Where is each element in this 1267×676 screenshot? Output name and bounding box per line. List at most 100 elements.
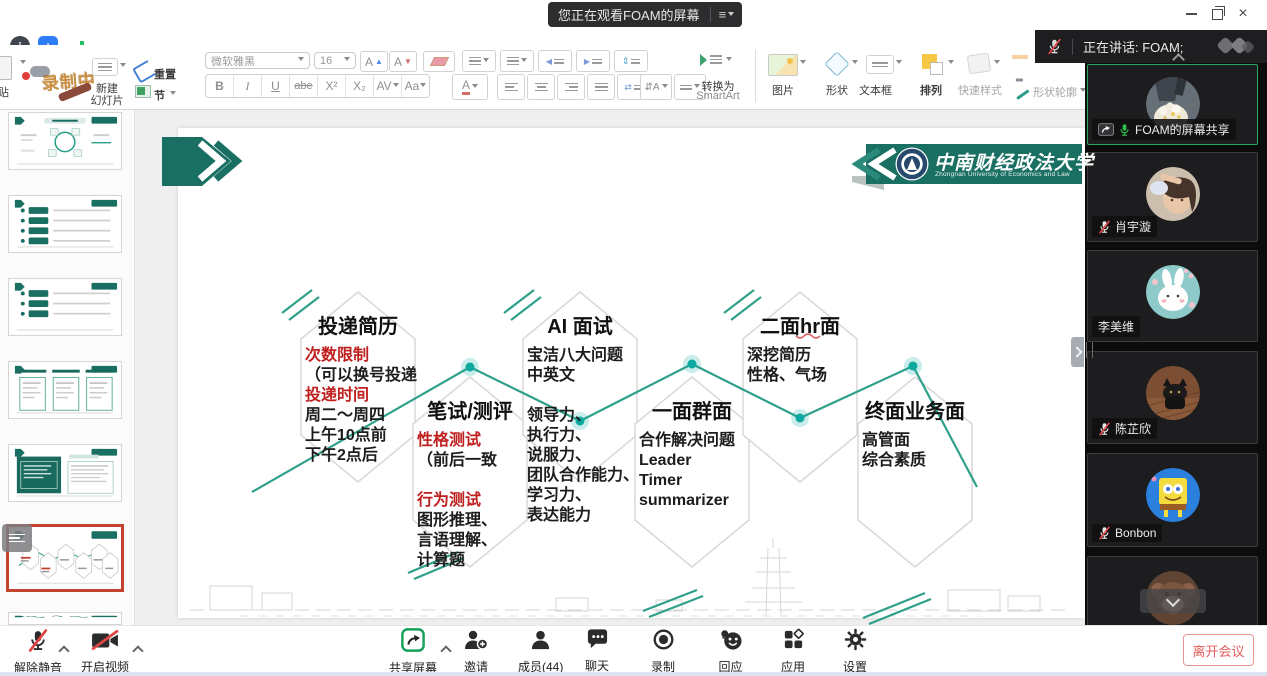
scroll-more-participants-button[interactable] <box>1140 589 1206 613</box>
invite-button[interactable]: 邀请 <box>463 628 489 675</box>
unmute-button[interactable]: 解除静音 <box>14 629 62 676</box>
hexagon-line: （前后一致 <box>417 451 497 471</box>
share-options-caret[interactable] <box>442 642 450 660</box>
hexagon-line: 合作解决问题 <box>639 431 735 451</box>
participant-name: Bonbon <box>1115 526 1156 540</box>
new-slide-icon[interactable] <box>92 58 118 76</box>
section-button[interactable]: 节 <box>154 87 165 103</box>
apps-icon <box>782 628 805 656</box>
slide-thumbnail-4[interactable] <box>8 361 122 419</box>
leave-meeting-button[interactable]: 离开会议 <box>1183 634 1254 666</box>
font-name-select[interactable]: 微软雅黑 <box>205 52 310 69</box>
smartart-caret[interactable] <box>726 57 732 64</box>
arrange-caret[interactable] <box>948 60 954 67</box>
reactions-button[interactable]: 回应 <box>718 628 743 675</box>
slide-thumbnail-7[interactable] <box>8 612 122 625</box>
clear-format-button[interactable] <box>423 51 455 72</box>
format-button-3[interactable]: abe <box>290 75 318 97</box>
grow-font-button[interactable]: A▲ <box>360 51 388 72</box>
text-direction-button[interactable]: ⇵A <box>640 74 672 100</box>
font-size-select[interactable]: 16 <box>314 52 356 69</box>
format-button-0[interactable]: B <box>206 75 234 97</box>
participant-tile-陈芷欣[interactable]: 陈芷欣 <box>1087 351 1258 444</box>
members-button[interactable]: 成员(44) <box>518 628 563 675</box>
settings-button[interactable]: 设置 <box>843 628 867 675</box>
picture-button[interactable]: 图片 <box>772 82 794 98</box>
numbered-list-button[interactable] <box>500 50 534 72</box>
scroll-up-icon[interactable] <box>1168 52 1188 64</box>
smartart-label-2[interactable]: SmartArt <box>690 90 746 102</box>
format-button-6[interactable]: AV <box>374 75 402 97</box>
increase-indent-button[interactable]: ▶ <box>576 50 610 72</box>
apps-button[interactable]: 应用 <box>781 628 805 675</box>
hexagon-line: 团队合作能力、 <box>527 466 639 486</box>
justify-button[interactable] <box>587 74 615 100</box>
caret-icon <box>298 57 304 64</box>
screen-share-icon <box>1098 123 1114 136</box>
slide-thumbnail-1[interactable] <box>8 112 122 170</box>
sidebar-resize-handle[interactable] <box>1086 342 1093 358</box>
format-button-7[interactable]: Aa <box>402 75 429 97</box>
line-spacing-button[interactable]: ⇕ <box>614 50 648 72</box>
hexagon-line: 性格测试 <box>417 431 481 451</box>
avatar <box>1146 468 1200 522</box>
watch-banner[interactable]: 您正在观看FOAM的屏幕 ≡ <box>548 2 742 27</box>
decrease-indent-button[interactable]: ◀ <box>538 50 572 72</box>
shrink-font-button[interactable]: A▼ <box>389 51 417 72</box>
hexagon-line: 图形推理、 <box>417 511 497 531</box>
start-video-button[interactable]: 开启视频 <box>81 629 129 675</box>
textbox-caret[interactable] <box>896 60 902 67</box>
invite-icon <box>463 628 489 656</box>
video-options-caret[interactable] <box>134 642 142 660</box>
new-slide-label-2[interactable]: 幻灯片 <box>85 92 129 108</box>
slide-thumbnail-2[interactable] <box>8 195 122 253</box>
shape-outline-button[interactable]: 形状轮廓 <box>1033 84 1077 100</box>
hexagon-line: 学习力、 <box>527 486 591 506</box>
participant-tile-Bonbon[interactable]: Bonbon <box>1087 453 1258 547</box>
align-center-button[interactable] <box>527 74 555 100</box>
align-left-button[interactable] <box>497 74 525 100</box>
restore-button[interactable] <box>1204 3 1230 25</box>
paste-caret[interactable] <box>20 60 26 67</box>
participant-tile-FOAM的屏幕共享[interactable]: FOAM的屏幕共享 <box>1087 64 1258 145</box>
shapes-caret[interactable] <box>852 60 858 67</box>
hexagon-line: summarizer <box>639 491 729 511</box>
font-color-button[interactable]: A <box>452 74 488 100</box>
textbox-button[interactable]: 文本框 <box>859 82 892 98</box>
format-button-5[interactable]: X₂ <box>346 75 374 97</box>
share-screen-button[interactable]: 共享屏幕 <box>389 628 437 676</box>
minimize-button[interactable] <box>1178 3 1204 25</box>
quick-styles-button[interactable]: 快速样式 <box>958 82 1002 98</box>
record-button[interactable]: 录制 <box>651 628 675 675</box>
shapes-button[interactable]: 形状 <box>826 82 848 98</box>
caret-icon <box>344 57 350 64</box>
participant-tile-李美维[interactable]: 李美维 <box>1087 250 1258 342</box>
sidebar-collapse-tab[interactable] <box>1071 337 1084 367</box>
format-button-2[interactable]: U <box>262 75 290 97</box>
close-button[interactable]: × <box>1230 3 1256 25</box>
quick-styles-caret[interactable] <box>994 60 1000 67</box>
picture-caret[interactable] <box>800 60 806 67</box>
meeting-controls-bar <box>0 625 1267 672</box>
slide-list-overlay-button[interactable] <box>2 524 32 552</box>
format-button-4[interactable]: X² <box>318 75 346 97</box>
section-caret[interactable] <box>170 91 176 98</box>
participant-name: 肖宇漩 <box>1115 218 1151 235</box>
mic-options-caret[interactable] <box>60 642 68 660</box>
banner-menu-icon[interactable]: ≡ <box>711 7 743 22</box>
bullet-list-button[interactable] <box>462 50 496 72</box>
slide-thumbnail-5[interactable] <box>8 444 122 502</box>
align-right-button[interactable] <box>557 74 585 100</box>
hexagon-line: 宝洁八大问题 <box>527 346 623 366</box>
hexagon-title-3: 一面群面 <box>607 395 777 424</box>
participant-tile-more[interactable] <box>1087 556 1258 625</box>
hexagon-line: 下午2点后 <box>305 446 378 466</box>
hexagon-line: 投递时间 <box>305 386 369 406</box>
new-slide-caret[interactable] <box>120 63 126 70</box>
format-button-1[interactable]: I <box>234 75 262 97</box>
slide-thumbnail-3[interactable] <box>8 278 122 336</box>
reset-button[interactable]: 重置 <box>154 66 176 82</box>
arrange-button[interactable]: 排列 <box>920 82 942 98</box>
participant-tile-肖宇漩[interactable]: 肖宇漩 <box>1087 152 1258 242</box>
chat-button[interactable]: 聊天 <box>585 628 609 674</box>
